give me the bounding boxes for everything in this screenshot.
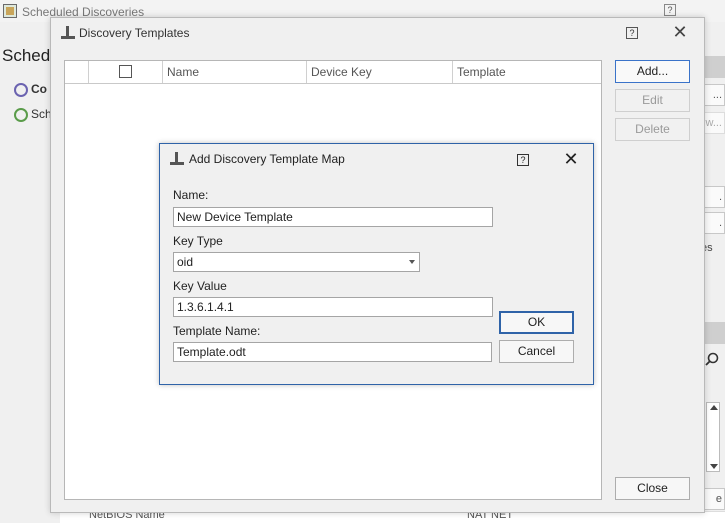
edit-button[interactable]: Edit [615, 89, 690, 112]
clock-add-icon [14, 107, 28, 122]
close-button[interactable]: Close [615, 477, 690, 500]
key-type-value: oid [177, 255, 194, 269]
delete-button[interactable]: Delete [615, 118, 690, 141]
template-name-field[interactable]: Template.odt [173, 342, 492, 362]
background-nav-item-1[interactable]: Co [14, 82, 47, 97]
key-value-label: Key Value [173, 279, 227, 293]
column-header-template[interactable]: Template [453, 61, 601, 83]
dialog-title: Add Discovery Template Map [189, 152, 345, 166]
add-template-map-dialog: Add Discovery Template Map ? ✕ Name: New… [159, 143, 594, 385]
cancel-button[interactable]: Cancel [499, 340, 574, 363]
key-type-select[interactable]: oid [173, 252, 420, 272]
name-label: Name: [173, 188, 209, 202]
background-help-icon[interactable]: ? [664, 4, 676, 16]
key-type-label: Key Type [173, 234, 223, 248]
background-nav-item-1-label: Co [31, 82, 47, 96]
column-header-name[interactable]: Name [163, 61, 307, 83]
scroll-up-icon[interactable] [710, 405, 718, 410]
template-tool-icon [170, 152, 184, 166]
add-button[interactable]: Add... [615, 60, 690, 83]
column-header-device-key[interactable]: Device Key [307, 61, 453, 83]
help-icon[interactable]: ? [626, 27, 638, 39]
grid-header: Name Device Key Template [65, 61, 601, 84]
template-name-label: Template Name: [173, 324, 261, 338]
template-tool-icon [61, 26, 75, 40]
name-field[interactable]: New Device Template [173, 207, 493, 227]
key-value-field[interactable]: 1.3.6.1.4.1 [173, 297, 493, 317]
row-indicator-header [65, 61, 89, 83]
background-nav-item-2[interactable]: Sch [14, 107, 52, 122]
dialog-title: Discovery Templates [79, 26, 190, 40]
select-all-header [89, 61, 163, 83]
select-all-checkbox[interactable] [119, 65, 132, 78]
help-icon[interactable]: ? [517, 154, 529, 166]
close-icon[interactable]: ✕ [670, 22, 690, 42]
chevron-down-icon[interactable] [409, 260, 415, 264]
background-scrollbar[interactable] [706, 402, 720, 472]
background-nav-item-2-label: Sch [31, 107, 52, 121]
search-icon[interactable] [705, 352, 719, 366]
scroll-down-icon[interactable] [710, 464, 718, 469]
close-icon[interactable]: ✕ [561, 149, 581, 169]
clock-alert-icon [14, 82, 28, 97]
calendar-icon [3, 4, 17, 18]
ok-button[interactable]: OK [499, 311, 574, 334]
